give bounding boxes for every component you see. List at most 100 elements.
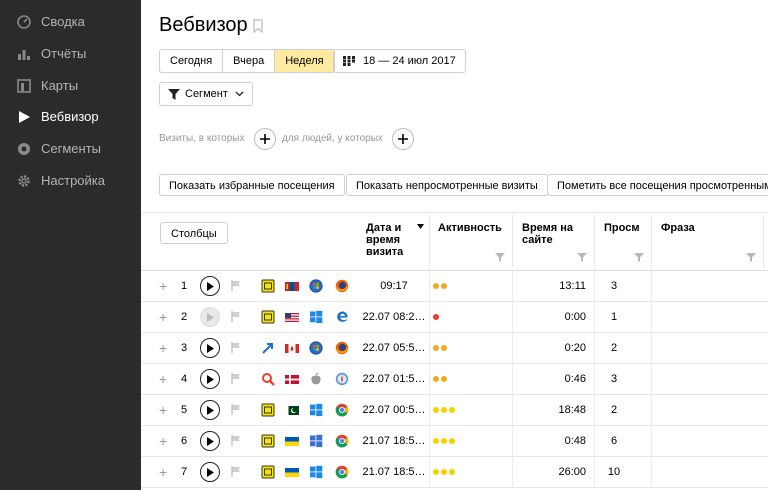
activity-indicator: [433, 407, 455, 413]
filter-icon[interactable]: [577, 253, 587, 262]
period-yesterday-button[interactable]: Вчера: [223, 50, 276, 72]
table-row[interactable]: +5 22.07 00:5… 18:48 2: [141, 395, 768, 426]
sidebar-item-reports[interactable]: Отчёты: [0, 39, 141, 69]
sidebar-item-label: Настройка: [41, 173, 105, 188]
gear-icon: [18, 175, 30, 187]
play-recording-button[interactable]: [200, 338, 220, 358]
sort-desc-icon[interactable]: [417, 224, 424, 229]
sidebar-item-summary[interactable]: Сводка: [0, 7, 141, 37]
visit-duration: 0:46: [564, 373, 586, 385]
yandex-source-icon: [261, 434, 275, 448]
table-row[interactable]: +7 21.07 18:5… 26:00 10: [141, 457, 768, 488]
flag-icon[interactable]: [231, 342, 241, 353]
flag-icon[interactable]: [231, 404, 241, 415]
segments-icon: [18, 143, 30, 155]
pageviews-count: 1: [610, 311, 618, 323]
plus-icon: [260, 134, 270, 144]
table-row[interactable]: +4 22.07 01:5… 0:46 3: [141, 364, 768, 395]
bookmark-icon[interactable]: [253, 19, 263, 33]
visit-duration: 18:48: [558, 404, 586, 416]
segment-dropdown[interactable]: Сегмент: [159, 82, 253, 106]
flag-icon[interactable]: [231, 373, 241, 384]
play-recording-button[interactable]: [200, 462, 220, 482]
expand-row-icon[interactable]: +: [159, 403, 167, 417]
filter-icon[interactable]: [746, 253, 756, 262]
column-divider: [594, 395, 595, 426]
sidebar-item-webvisor[interactable]: Вебвизор: [0, 102, 141, 132]
show-favorites-button[interactable]: Показать избранные посещения: [159, 174, 345, 196]
mongolia-flag-icon: [285, 282, 299, 291]
play-recording-button[interactable]: [200, 369, 220, 389]
expand-row-icon[interactable]: +: [159, 310, 167, 324]
sidebar-item-settings[interactable]: Настройка: [0, 166, 141, 196]
pageviews-column-header[interactable]: Просм: [604, 222, 640, 234]
windows10-icon: [310, 465, 323, 479]
flag-icon[interactable]: [231, 311, 241, 322]
date-range-button[interactable]: 18 — 24 июл 2017: [333, 49, 466, 73]
show-unviewed-button[interactable]: Показать непросмотренные визиты: [346, 174, 548, 196]
play-recording-button[interactable]: [200, 307, 220, 327]
expand-row-icon[interactable]: +: [159, 372, 167, 386]
play-recording-button[interactable]: [200, 400, 220, 420]
filter-icon[interactable]: [495, 253, 505, 262]
visit-duration: 13:11: [559, 280, 586, 292]
ukraine-flag-icon: [285, 468, 299, 477]
row-number: 7: [180, 466, 188, 478]
expand-row-icon[interactable]: +: [159, 341, 167, 355]
column-divider: [512, 364, 513, 395]
column-divider: [429, 457, 430, 488]
firefox-icon: [335, 279, 349, 293]
activity-indicator: [433, 469, 455, 475]
table-row[interactable]: +2 22.07 08:2… 0:00 1: [141, 302, 768, 333]
mark-all-viewed-button[interactable]: Пометить все посещения просмотренными: [547, 174, 768, 196]
activity-indicator: [433, 438, 455, 444]
expand-row-icon[interactable]: +: [159, 434, 167, 448]
column-divider: [429, 271, 430, 302]
expand-row-icon[interactable]: +: [159, 465, 167, 479]
column-divider: [512, 215, 513, 267]
flag-icon[interactable]: [231, 280, 241, 291]
table-row[interactable]: +3 22.07 05:5… 0:20 2: [141, 333, 768, 364]
visit-duration: 0:00: [564, 311, 586, 323]
play-recording-button[interactable]: [200, 276, 220, 296]
sidebar-item-label: Отчёты: [41, 46, 87, 61]
column-divider: [429, 333, 430, 364]
play-icon: [207, 436, 214, 446]
sidebar-item-label: Сводка: [41, 14, 85, 29]
usa-flag-icon: [285, 313, 299, 322]
column-divider: [512, 457, 513, 488]
add-visit-condition-button[interactable]: [254, 128, 276, 150]
play-recording-button[interactable]: [200, 431, 220, 451]
table-row[interactable]: +6 21.07 18:5… 0:48 6: [141, 426, 768, 457]
activity-column-header[interactable]: Активность: [438, 222, 502, 234]
column-divider: [651, 364, 652, 395]
filter-icon[interactable]: [634, 253, 644, 262]
header-text: Время на: [522, 222, 574, 234]
flag-icon[interactable]: [231, 466, 241, 477]
period-week-button[interactable]: Неделя: [275, 50, 334, 72]
date-column-header[interactable]: Дата и время визита: [366, 222, 403, 258]
activity-dot: [433, 314, 439, 320]
pageviews-count: 3: [610, 373, 618, 385]
period-today-button[interactable]: Сегодня: [160, 50, 224, 72]
table-row[interactable]: +1 09:17 13:11 3: [141, 271, 768, 302]
flag-icon[interactable]: [231, 435, 241, 446]
add-people-condition-button[interactable]: [392, 128, 414, 150]
column-divider: [594, 364, 595, 395]
header-text: Дата и: [366, 222, 402, 234]
duration-column-header[interactable]: Время на сайте: [522, 222, 573, 246]
denmark-flag-icon: [285, 375, 299, 384]
pageviews-count: 10: [607, 466, 621, 478]
phrase-column-header[interactable]: Фраза: [661, 222, 695, 234]
expand-row-icon[interactable]: +: [159, 279, 167, 293]
visit-datetime: 22.07 00:5…: [362, 404, 426, 416]
yandex-source-icon: [261, 403, 275, 417]
safari-icon: [335, 372, 349, 386]
column-divider: [429, 395, 430, 426]
column-divider: [651, 215, 652, 267]
filter-icon: [168, 88, 180, 100]
sidebar-item-segments[interactable]: Сегменты: [0, 134, 141, 164]
columns-button[interactable]: Столбцы: [160, 222, 228, 244]
gauge-icon: [17, 15, 31, 29]
sidebar-item-maps[interactable]: Карты: [0, 71, 141, 101]
